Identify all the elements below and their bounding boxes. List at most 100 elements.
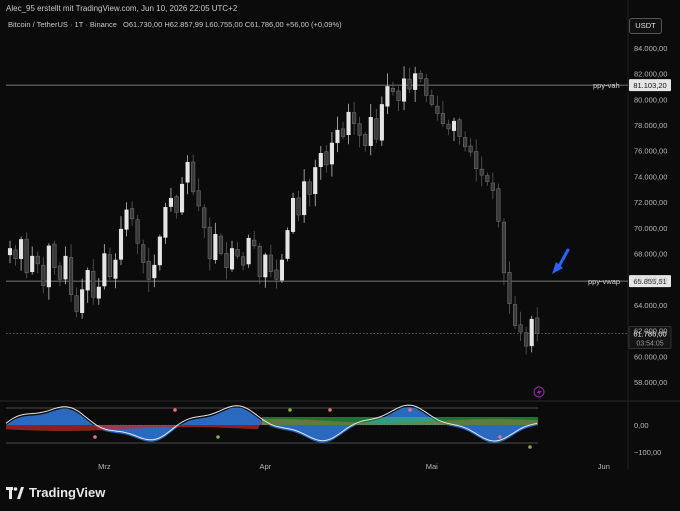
candle-body bbox=[224, 253, 229, 268]
price-tick-label: 76.000,00 bbox=[634, 147, 667, 156]
candle-body bbox=[96, 286, 101, 299]
level-name-ppy-vah: ppy-vah bbox=[593, 81, 620, 90]
candle-body bbox=[74, 295, 79, 312]
osc-tick-label: −100,00 bbox=[634, 448, 661, 457]
lightning-bolt bbox=[537, 388, 542, 397]
candle-body bbox=[318, 153, 323, 167]
candle-body bbox=[213, 234, 218, 261]
candle-body bbox=[413, 73, 418, 90]
time-axis[interactable]: Mrz Apr Mai Jun bbox=[98, 462, 610, 471]
candle-body bbox=[13, 249, 18, 259]
time-tick-label: Mrz bbox=[98, 462, 111, 471]
candle-body bbox=[163, 207, 168, 238]
candle-body bbox=[257, 245, 262, 277]
candle-body bbox=[490, 182, 495, 191]
candle-body bbox=[474, 151, 479, 169]
low-value: L60.755,00 bbox=[205, 20, 243, 29]
high-value: H62.857,99 bbox=[164, 20, 204, 29]
candle-body bbox=[329, 142, 334, 165]
candle-body bbox=[102, 253, 107, 287]
candle-body bbox=[113, 259, 118, 279]
candle-body bbox=[246, 237, 251, 265]
candle-body bbox=[446, 123, 451, 130]
price-tick-label: 60.000,00 bbox=[634, 352, 667, 361]
candle-body bbox=[80, 289, 85, 314]
candle-body bbox=[252, 239, 257, 247]
candle-body bbox=[285, 230, 290, 259]
level-name-ppy-vwap: ppy-vwap bbox=[588, 277, 620, 286]
candle-body bbox=[374, 118, 379, 140]
candle-body bbox=[513, 304, 518, 326]
price-axis[interactable]: 58.000,00 60.000,00 62.000,00 64.000,00 66.0… bbox=[634, 44, 667, 387]
candle-body bbox=[118, 228, 124, 260]
chart-attribution: Alec_95 erstellt mit TradingView.com, Ju… bbox=[6, 4, 238, 13]
candle-body bbox=[229, 248, 235, 270]
candle-body bbox=[352, 112, 357, 124]
candle-body bbox=[501, 221, 506, 274]
price-tick-label: 72.000,00 bbox=[634, 198, 667, 207]
candle-body bbox=[35, 255, 40, 265]
price-tick-label: 66.000,00 bbox=[634, 275, 667, 284]
candle-body bbox=[180, 183, 185, 213]
osc-signal-dot bbox=[528, 445, 532, 449]
candle-body bbox=[41, 264, 46, 286]
candle-body bbox=[124, 209, 129, 230]
osc-green-band bbox=[262, 417, 538, 425]
candle-body bbox=[107, 254, 112, 277]
candle-body bbox=[141, 244, 146, 263]
candle-body bbox=[435, 105, 440, 114]
osc-signal-dot bbox=[93, 435, 97, 439]
time-tick-label: Jun bbox=[598, 462, 610, 471]
candle-body bbox=[241, 256, 246, 266]
candle-body bbox=[302, 181, 307, 216]
price-tick-label: 62.000,00 bbox=[634, 327, 667, 336]
candle-body bbox=[418, 73, 423, 79]
candle-body bbox=[363, 134, 368, 146]
osc-signal-dot bbox=[408, 408, 412, 412]
tradingview-footer: TradingView bbox=[6, 485, 105, 500]
candle-body bbox=[7, 248, 13, 256]
osc-signal-dot bbox=[173, 408, 177, 412]
candle-body bbox=[52, 243, 57, 268]
candle-body bbox=[135, 219, 140, 244]
candle-body bbox=[152, 264, 157, 279]
price-tick-label: 80.000,00 bbox=[634, 95, 667, 104]
candle-body bbox=[46, 245, 51, 288]
candle-body bbox=[19, 239, 24, 259]
price-tick-label: 74.000,00 bbox=[634, 172, 667, 181]
candle-body bbox=[451, 120, 457, 131]
bar-countdown-label: 03:54:05 bbox=[636, 340, 663, 347]
candle-body bbox=[463, 137, 468, 148]
candle-body bbox=[479, 168, 484, 176]
candle-body bbox=[457, 119, 462, 137]
candle-body bbox=[324, 151, 329, 166]
candle-body bbox=[524, 332, 529, 347]
candle-body bbox=[69, 257, 74, 295]
candle-body bbox=[218, 235, 223, 254]
candle-body bbox=[385, 86, 390, 107]
time-tick-label: Mai bbox=[426, 462, 438, 471]
candle-body bbox=[296, 197, 301, 216]
candle-body bbox=[357, 123, 362, 136]
candle-body bbox=[85, 270, 90, 291]
candle-body bbox=[390, 87, 395, 92]
symbol-legend: Bitcoin / TetherUS · 1T · Binance O61.73… bbox=[8, 20, 342, 29]
candle-body bbox=[507, 272, 512, 304]
level-lines: ppy-vah 81.103,20ppy-vwap 65.855,5161.786,… bbox=[6, 79, 672, 349]
candle-body bbox=[185, 162, 190, 183]
currency-button[interactable]: USDT bbox=[629, 18, 662, 34]
price-tick-label: 58.000,00 bbox=[634, 378, 667, 387]
osc-signal-dot bbox=[288, 408, 292, 412]
candle-body bbox=[91, 271, 96, 298]
price-chart[interactable]: ppy-vah 81.103,20ppy-vwap 65.855,5161.786,… bbox=[0, 0, 680, 511]
price-tick-label: 78.000,00 bbox=[634, 121, 667, 130]
candle-body bbox=[379, 104, 384, 141]
candle-body bbox=[307, 181, 312, 195]
candle-body bbox=[168, 198, 173, 207]
candle-body bbox=[268, 254, 273, 272]
candle-body bbox=[157, 236, 162, 266]
price-tick-label: 84.000,00 bbox=[634, 44, 667, 53]
candle-body bbox=[346, 111, 351, 135]
candle-body bbox=[196, 190, 201, 207]
candle-body bbox=[440, 112, 445, 124]
